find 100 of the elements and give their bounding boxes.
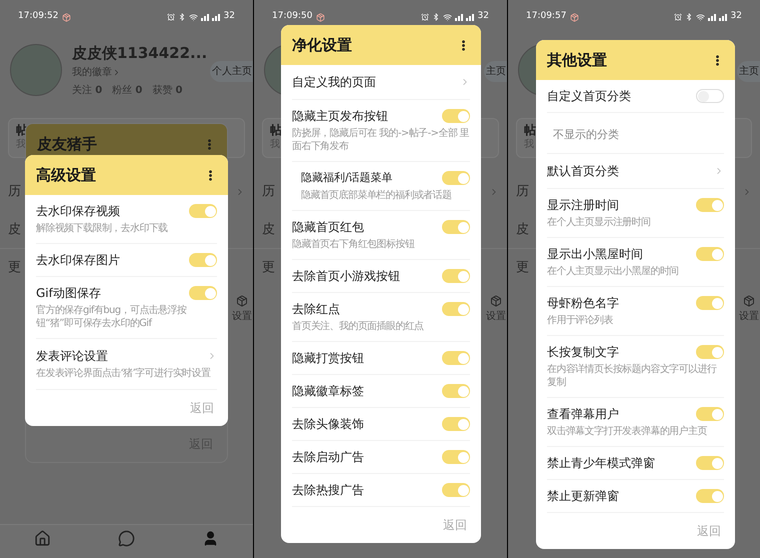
alarm-icon [420, 13, 429, 21]
dialog-title: 其他设置 [547, 50, 607, 71]
item-title: 自定义首页分类 [547, 88, 631, 104]
menu-row-label[interactable]: 更 [262, 258, 275, 278]
back-button[interactable]: 返回 [443, 516, 467, 534]
toggle-switch[interactable] [442, 220, 470, 234]
item-title: 去除热搜广告 [292, 482, 364, 498]
item-description: 防挠屏，隐藏后可在 我的->帖子->全部 里面右下角发布 [292, 127, 470, 153]
alarm-icon [166, 13, 175, 21]
tool-label: 设置 [232, 310, 252, 324]
item-title[interactable]: 自定义我的页面 [292, 74, 376, 90]
toggle-switch[interactable] [442, 483, 470, 497]
tool-label: 设置 [739, 310, 759, 324]
status-time: 17:09:57 [526, 10, 566, 24]
item-title[interactable]: 默认首页分类 [547, 163, 619, 179]
toggle-switch[interactable] [189, 253, 217, 267]
toggle-switch[interactable] [696, 407, 724, 421]
item-title: Gif动图保存 [36, 285, 101, 301]
toggle-switch[interactable] [442, 269, 470, 283]
stat-label: 粉丝 0 [112, 84, 142, 98]
item-title: 隐藏徽章标签 [292, 383, 364, 399]
dialog-title: 皮友猪手 [37, 134, 97, 155]
item-description: 官方的保存gif有bug，可点击悬浮按钮“猪”即可保存去水印的Gif [36, 304, 188, 330]
toggle-switch[interactable] [696, 345, 724, 359]
stat-label: 关注 0 [72, 84, 102, 98]
item-description: 在内容详情页长按标题内容文字可以进行复制 [547, 363, 718, 389]
menu-row-label[interactable]: 皮 [262, 220, 275, 240]
app-icon [62, 12, 72, 22]
item-title: 去除头像装饰 [292, 416, 364, 432]
status-time: 17:09:52 [18, 10, 58, 24]
item-label[interactable]: 不显示的分类 [553, 128, 619, 141]
badge-link[interactable]: 我的徽章 [72, 65, 112, 80]
signal-icon [708, 13, 728, 21]
item-title: 母虾粉色名字 [547, 295, 619, 311]
item-title: 隐藏福利/话题菜单 [301, 170, 393, 186]
profile-button[interactable]: 主页 [484, 61, 507, 82]
bluetooth-icon [432, 13, 440, 21]
toggle-switch[interactable] [442, 109, 470, 123]
profile-button[interactable]: 主页 [737, 61, 760, 82]
menu-row-label[interactable]: 皮 [516, 220, 529, 240]
toggle-switch[interactable] [696, 296, 724, 310]
bluetooth-icon [178, 13, 186, 21]
tool-icon[interactable] [236, 295, 248, 307]
status-time: 17:09:50 [272, 10, 312, 24]
alarm-icon [674, 13, 682, 21]
item-title: 显示出小黑屋时间 [547, 246, 643, 262]
toggle-switch[interactable] [696, 247, 724, 261]
menu-row-label[interactable]: 皮 [8, 220, 21, 240]
user-name: 皮皮侠1134422... [72, 44, 208, 62]
item-title: 去除首页小游戏按钮 [292, 268, 400, 284]
item-title[interactable]: 发表评论设置 [36, 348, 108, 364]
toggle-switch[interactable] [696, 456, 724, 470]
item-description: 在个人主页显示出小黑屋的时间 [547, 265, 680, 278]
battery-level: 32 [730, 10, 742, 24]
stat-label: 获赞 0 [152, 84, 182, 98]
back-button[interactable]: 返回 [697, 522, 721, 540]
battery-level: 32 [224, 10, 235, 24]
menu-row-label[interactable]: 历 [8, 182, 21, 202]
toggle-switch[interactable] [189, 286, 217, 300]
toggle-switch[interactable] [696, 198, 724, 212]
card-title: 帖 [270, 123, 282, 138]
toggle-switch[interactable] [696, 89, 724, 103]
menu-row-label[interactable]: 历 [516, 182, 529, 202]
item-description: 隐藏首页右下角红包图标按钮 [292, 238, 416, 251]
tool-icon[interactable] [490, 295, 502, 307]
tool-icon[interactable] [743, 295, 755, 307]
toggle-switch[interactable] [442, 450, 470, 464]
item-description: 首页关注、我的页面插眼的红点 [292, 320, 425, 333]
app-icon [570, 12, 580, 22]
toggle-switch[interactable] [442, 171, 470, 185]
menu-row-label[interactable]: 历 [262, 182, 275, 202]
signal-icon [200, 13, 221, 21]
menu-row-label[interactable]: 更 [516, 258, 529, 278]
home-icon[interactable] [34, 530, 51, 547]
toggle-switch[interactable] [442, 351, 470, 365]
item-title: 隐藏首页红包 [292, 219, 364, 235]
toggle-switch[interactable] [442, 302, 470, 316]
app-icon [316, 12, 326, 22]
avatar[interactable] [10, 44, 62, 96]
item-title: 去除红点 [292, 301, 340, 317]
toggle-switch[interactable] [189, 204, 217, 218]
battery-level: 32 [478, 10, 489, 24]
chevron-icon [112, 68, 121, 77]
item-title: 长按复制文字 [547, 344, 619, 360]
toggle-switch[interactable] [442, 384, 470, 398]
dialog-title: 净化设置 [292, 34, 352, 56]
toggle-switch[interactable] [442, 417, 470, 431]
wifi-icon [696, 12, 705, 22]
item-description: 解除视频下载限制，去水印下载 [36, 222, 169, 235]
back-button[interactable]: 返回 [190, 399, 214, 417]
wifi-icon [188, 12, 198, 22]
item-title: 去除启动广告 [292, 449, 364, 465]
message-icon[interactable] [118, 530, 135, 547]
item-title: 去水印保存图片 [36, 252, 120, 268]
item-title: 显示注册时间 [547, 197, 619, 213]
menu-row-label[interactable]: 更 [8, 258, 21, 278]
profile-button[interactable]: 个人主页 [210, 61, 253, 82]
toggle-switch[interactable] [696, 489, 724, 503]
dialog-title: 高级设置 [36, 164, 96, 186]
signal-icon [454, 13, 475, 21]
